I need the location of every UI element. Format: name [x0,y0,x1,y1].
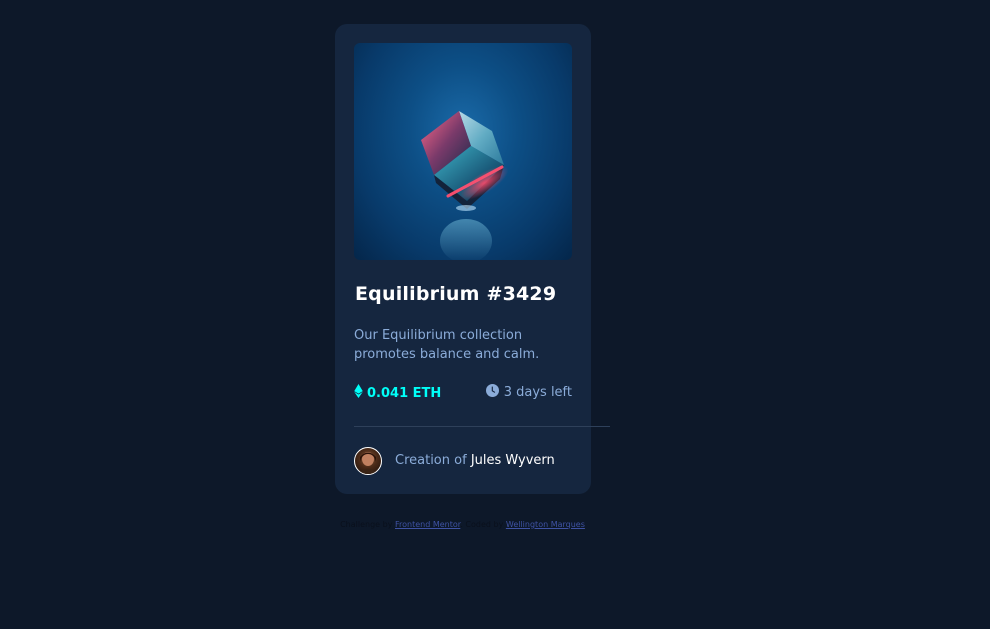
frontend-mentor-link[interactable]: Frontend Mentor [395,520,460,529]
creator-portrait-image [358,452,378,474]
equilibrium-cube-image [421,111,509,260]
time-left-value: 3 days left [503,385,572,400]
creator-avatar [354,447,382,475]
nft-image[interactable] [354,43,572,260]
nft-card: Equilibrium #3429 Our Equilibrium collec… [335,24,610,494]
nft-description: Our Equilibrium collection promotes bala… [354,328,540,362]
creator-prefix: Creation of [395,453,467,468]
nft-title[interactable]: Equilibrium #3429 [355,283,556,305]
attribution: Challenge by Frontend Mentor. Coded by W… [0,520,925,529]
attribution-coded-prefix: . Coded by [460,520,504,529]
price-info: 0.041 ETH [354,384,441,402]
clock-icon [485,384,499,401]
ethereum-icon [354,384,363,402]
price-value: 0.041 ETH [367,385,442,401]
time-left-info: 3 days left [485,384,572,401]
creator-name-link[interactable]: Jules Wyvern [471,453,555,468]
attribution-challenge-prefix: Challenge by [340,520,393,529]
author-link[interactable]: Wellington Marques [506,520,585,529]
creator-info: Creation of Jules Wyvern [395,453,555,468]
divider [354,426,610,427]
